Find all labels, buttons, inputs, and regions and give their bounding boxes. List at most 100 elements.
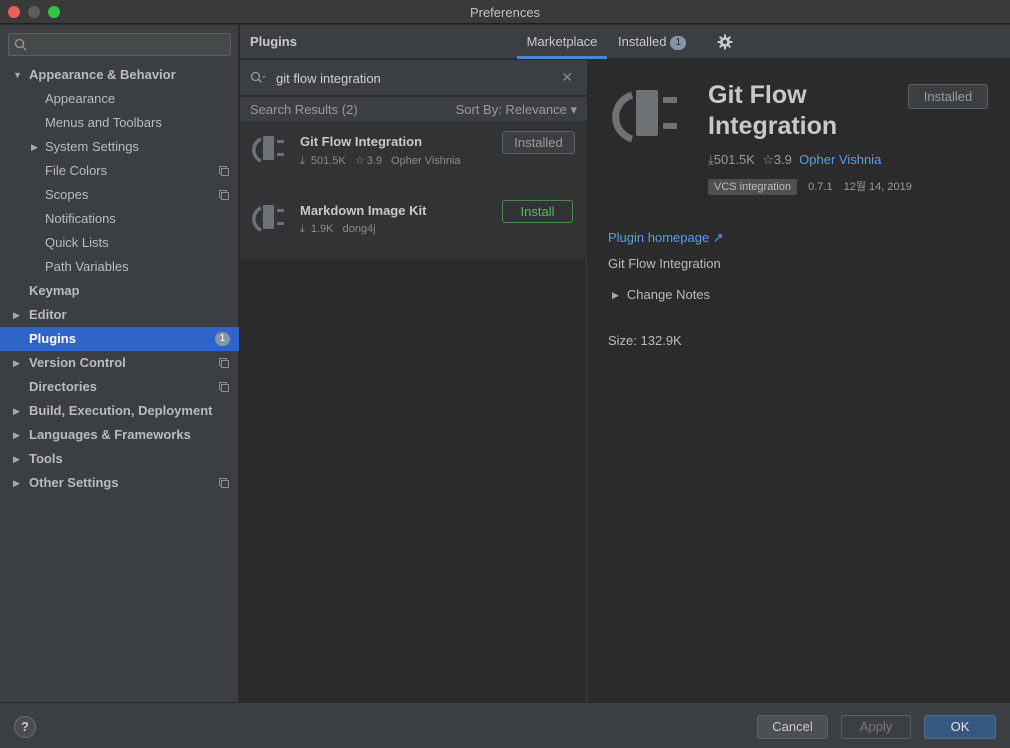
download-icon: ⤓ xyxy=(300,155,305,167)
rating: 3.9 xyxy=(366,155,382,167)
plugin-meta: ⤓ 501.5K ☆ 3.9 Opher Vishnia xyxy=(300,154,467,168)
sidebar-item-scopes[interactable]: Scopes xyxy=(0,183,239,207)
sidebar-item-label: Appearance xyxy=(45,91,116,106)
installed-button[interactable]: Installed xyxy=(502,131,575,154)
plugin-version: 0.7.1 xyxy=(808,181,833,193)
sidebar-item-label: Directories xyxy=(29,379,97,394)
sidebar-item-label: Editor xyxy=(29,307,67,322)
active-tab-indicator xyxy=(517,56,607,59)
sidebar-item-build-execution-deployment[interactable]: ▶ Build, Execution, Deployment xyxy=(0,399,239,423)
sidebar-item-version-control[interactable]: ▶ Version Control xyxy=(0,351,239,375)
sort-dropdown[interactable]: Sort By: Relevance ▾ xyxy=(456,102,577,118)
collapsed-arrow-icon: ▶ xyxy=(13,454,20,464)
collapsed-arrow-icon: ▶ xyxy=(13,478,20,488)
sidebar-item-path-variables[interactable]: Path Variables xyxy=(0,255,239,279)
sidebar-item-appearance[interactable]: Appearance xyxy=(0,87,239,111)
plugin-plug-icon xyxy=(252,136,284,163)
sidebar-item-other-settings[interactable]: ▶ Other Settings xyxy=(0,471,239,495)
sidebar-item-label: Plugins xyxy=(29,331,76,346)
plugin-list-item[interactable]: Markdown Image Kit ⤓ 1.9K dong4j Install xyxy=(240,190,587,259)
sidebar-item-label: Other Settings xyxy=(29,475,119,490)
plugin-date: 12월 14, 2019 xyxy=(843,181,912,193)
collapsed-arrow-icon: ▶ xyxy=(13,406,20,416)
sidebar-item-label: Keymap xyxy=(29,283,80,298)
change-notes-toggle[interactable]: ▶ Change Notes xyxy=(612,287,710,302)
settings-search-input[interactable] xyxy=(8,33,231,56)
sidebar-item-menus-toolbars[interactable]: Menus and Toolbars xyxy=(0,111,239,135)
tab-installed[interactable]: Installed 1 xyxy=(618,25,690,59)
change-notes-label: Change Notes xyxy=(626,287,711,302)
clear-search-icon[interactable]: ✕ xyxy=(561,69,573,86)
plugin-name: Markdown Image Kit xyxy=(300,203,427,218)
gear-icon[interactable] xyxy=(717,34,733,50)
search-query: git flow integration xyxy=(276,71,381,86)
search-icon xyxy=(14,38,27,51)
apply-button[interactable]: Apply xyxy=(841,715,911,739)
collapsed-arrow-icon: ▶ xyxy=(13,310,20,320)
installed-button[interactable]: Installed xyxy=(908,84,988,109)
collapsed-arrow-icon: ▶ xyxy=(13,358,20,368)
plugin-detail-name: Git Flow Integration xyxy=(708,81,838,140)
update-count-badge: 1 xyxy=(215,332,230,346)
star-icon: ☆ xyxy=(762,152,774,167)
cancel-button[interactable]: Cancel xyxy=(757,715,828,739)
plugins-header: Plugins Marketplace Installed 1 xyxy=(240,25,1010,59)
vendor-link[interactable]: Opher Vishnia xyxy=(799,152,881,167)
sidebar-item-label: Build, Execution, Deployment xyxy=(29,403,213,418)
download-icon: ⤓ xyxy=(300,223,305,235)
sidebar-item-label: Notifications xyxy=(45,211,116,226)
plugin-name: Git Flow Integration xyxy=(300,134,423,149)
sidebar-item-label: Appearance & Behavior xyxy=(29,67,176,82)
project-scope-icon xyxy=(219,166,229,176)
sidebar-item-label: Path Variables xyxy=(45,259,129,274)
plugin-detail-pane: Git Flow Integration Installed ⤓501.5K ☆… xyxy=(588,60,1010,702)
sidebar-item-label: Languages & Frameworks xyxy=(29,427,191,442)
collapsed-arrow-icon: ▶ xyxy=(612,290,619,300)
plugin-stats: ⤓501.5K ☆3.9 Opher Vishnia xyxy=(708,152,881,168)
sidebar-item-system-settings[interactable]: ▶ System Settings xyxy=(0,135,239,159)
title-bar: Preferences xyxy=(0,0,1010,24)
page-title: Plugins xyxy=(250,34,297,49)
help-button[interactable]: ? xyxy=(14,716,36,738)
project-scope-icon xyxy=(219,358,229,368)
plugin-homepage-link[interactable]: Plugin homepage ↗ xyxy=(608,230,724,246)
category-tag[interactable]: VCS integration xyxy=(708,179,798,195)
tab-label: Marketplace xyxy=(526,34,598,49)
sidebar-item-label: Menus and Toolbars xyxy=(45,115,162,130)
collapsed-arrow-icon: ▶ xyxy=(13,430,20,440)
sidebar-item-languages-frameworks[interactable]: ▶ Languages & Frameworks xyxy=(0,423,239,447)
sidebar-item-appearance-behavior[interactable]: ▼ Appearance & Behavior xyxy=(0,63,239,87)
dialog-footer: ? Cancel Apply OK xyxy=(0,702,1010,748)
sidebar-item-editor[interactable]: ▶ Editor xyxy=(0,303,239,327)
ok-button[interactable]: OK xyxy=(924,715,996,739)
plugin-plug-icon xyxy=(252,205,284,232)
sidebar-item-label: Tools xyxy=(29,451,63,466)
project-scope-icon xyxy=(219,382,229,392)
plugin-meta: ⤓ 1.9K dong4j xyxy=(300,223,382,236)
sidebar-item-file-colors[interactable]: File Colors xyxy=(0,159,239,183)
install-button[interactable]: Install xyxy=(502,200,573,223)
sidebar-item-tools[interactable]: ▶ Tools xyxy=(0,447,239,471)
rating: 3.9 xyxy=(773,152,792,167)
sidebar-item-notifications[interactable]: Notifications xyxy=(0,207,239,231)
window-title: Preferences xyxy=(469,5,541,20)
collapsed-arrow-icon: ▶ xyxy=(31,142,38,152)
download-count: 1.9K xyxy=(310,223,334,235)
download-count: 501.5K xyxy=(713,152,755,167)
sidebar-item-plugins[interactable]: Plugins 1 xyxy=(0,327,239,351)
sidebar-item-label: Version Control xyxy=(29,355,126,370)
plugin-list-pane: git flow integration ✕ Search Results (2… xyxy=(240,60,587,702)
sidebar-item-quick-lists[interactable]: Quick Lists xyxy=(0,231,239,255)
search-icon xyxy=(250,71,266,83)
tab-label: Installed xyxy=(618,34,667,49)
sidebar-item-directories[interactable]: Directories xyxy=(0,375,239,399)
plugin-list-item[interactable]: Git Flow Integration ⤓ 501.5K ☆ 3.9 Opher … xyxy=(240,121,587,190)
download-count: 501.5K xyxy=(310,155,346,167)
sidebar-item-keymap[interactable]: Keymap xyxy=(0,279,239,303)
sidebar-item-label: System Settings xyxy=(45,139,139,154)
vendor: dong4j xyxy=(342,223,376,235)
project-scope-icon xyxy=(219,190,229,200)
tab-marketplace[interactable]: Marketplace xyxy=(517,25,607,59)
results-count: Search Results (2) xyxy=(250,102,358,117)
plugin-search-input[interactable]: git flow integration ✕ xyxy=(240,60,587,96)
